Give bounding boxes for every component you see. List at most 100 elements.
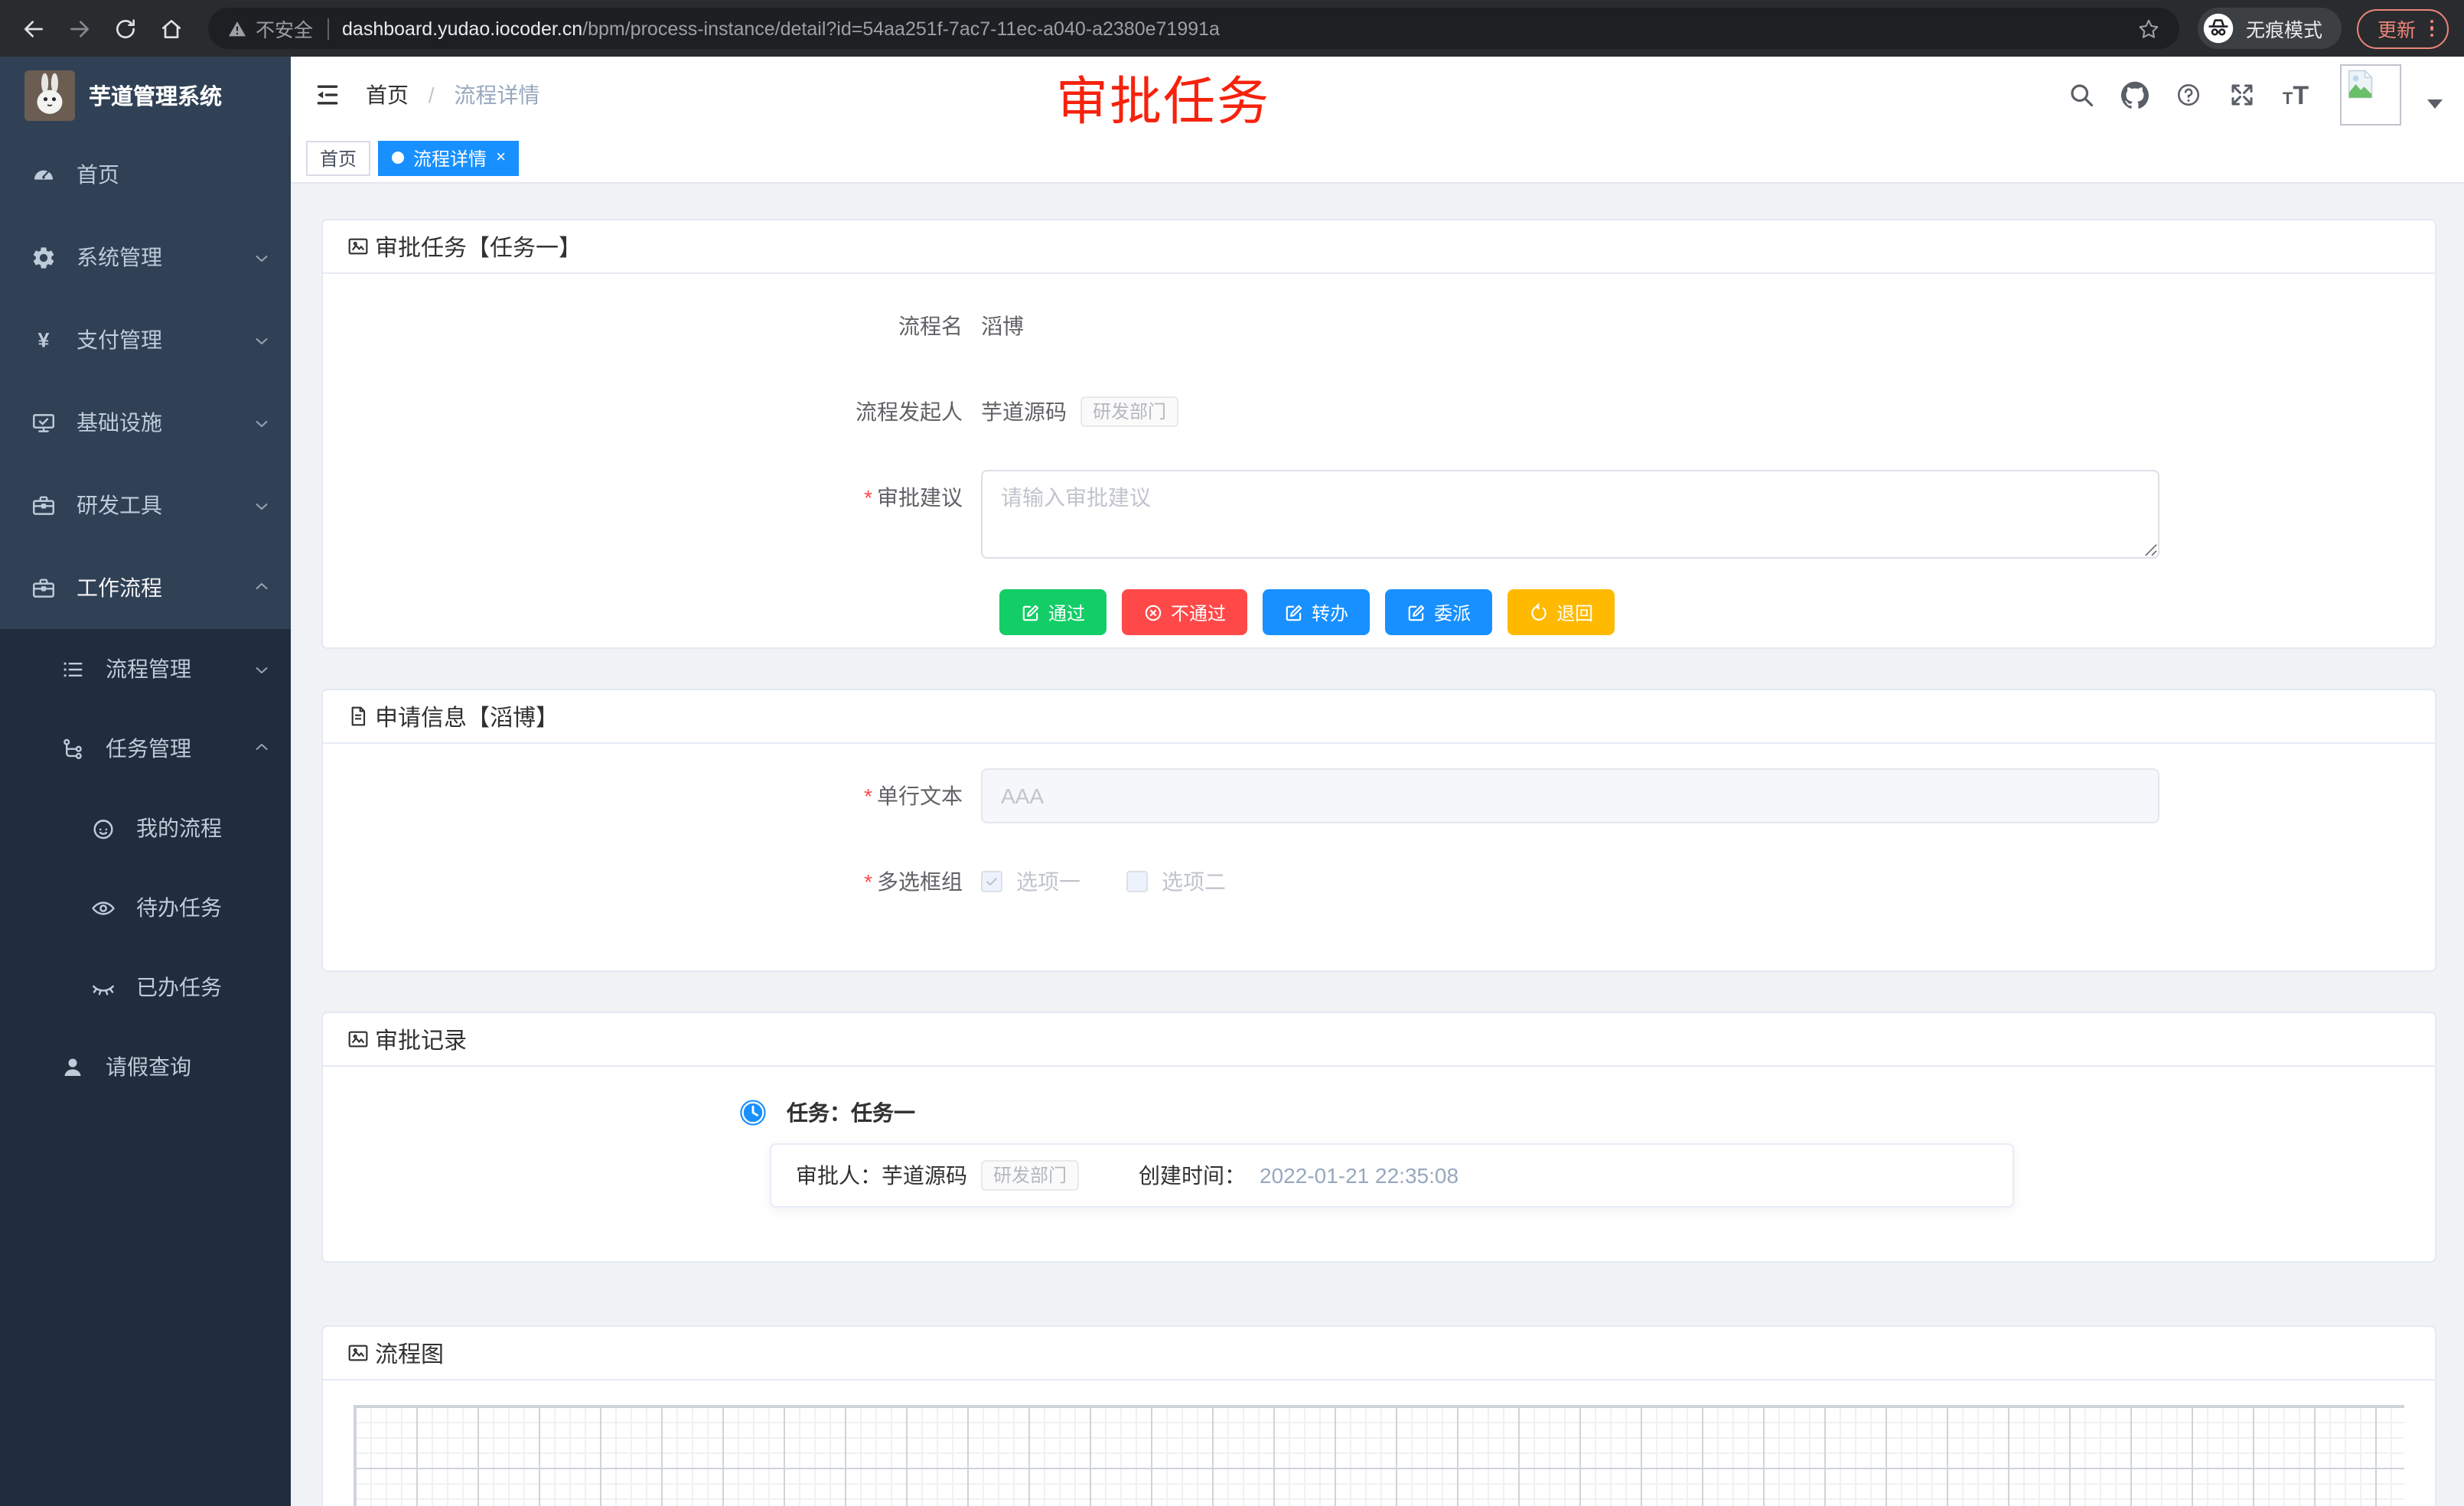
incognito-badge: 无痕模式 — [2198, 8, 2342, 49]
forward-icon[interactable] — [61, 10, 98, 47]
back-icon[interactable] — [15, 10, 52, 47]
sidebar-item-待办任务[interactable]: 待办任务 — [0, 868, 291, 947]
转办-button[interactable]: 转办 — [1263, 589, 1370, 635]
chevron-down-icon — [253, 248, 271, 266]
browser-menu-icon[interactable] — [2430, 20, 2433, 37]
process-diagram-card: 流程图 — [321, 1325, 2436, 1506]
sidebar-item-系统管理[interactable]: 系统管理 — [0, 216, 291, 298]
refresh-left-icon — [1529, 602, 1549, 622]
button-label: 通过 — [1048, 599, 1085, 625]
sidebar: 芋道管理系统 首页系统管理¥支付管理基础设施研发工具工作流程 流程管理任务管理我… — [0, 57, 291, 1506]
edit-icon — [1406, 602, 1426, 622]
approval-task-card: 审批任务【任务一】 流程名 滔博 流程发起人 芋道源码 研发部门 — [321, 219, 2436, 649]
sidebar-item-label: 工作流程 — [77, 572, 162, 603]
sidebar-item-任务管理[interactable]: 任务管理 — [0, 709, 291, 788]
picture-icon — [346, 1027, 370, 1051]
timeline-node: 任务：任务一 — [738, 1097, 2435, 1128]
chevron-down-icon — [253, 413, 271, 432]
sidebar-item-首页[interactable]: 首页 — [0, 133, 291, 216]
initiator-row: 流程发起人 芋道源码 研发部门 — [323, 384, 2435, 439]
apply-card-header: 申请信息【滔博】 — [323, 690, 2435, 744]
url-separator — [327, 18, 328, 39]
sidebar-item-请假查询[interactable]: 请假查询 — [0, 1027, 291, 1107]
url-bar[interactable]: 不安全 dashboard.yudao.iocoder.cn/bpm/proce… — [208, 8, 2180, 49]
app-logo — [24, 70, 75, 120]
sidebar-item-研发工具[interactable]: 研发工具 — [0, 464, 291, 546]
tab-首页[interactable]: 首页 — [306, 140, 370, 175]
sidebar-item-label: 任务管理 — [106, 733, 191, 764]
user-icon — [60, 1054, 86, 1080]
breadcrumb-home[interactable]: 首页 — [366, 83, 409, 107]
monitor-icon — [31, 409, 57, 435]
initiator-dept-tag: 研发部门 — [1080, 396, 1178, 427]
approver-card: 审批人：芋道源码 研发部门 创建时间： 2022-01-21 22:35:08 — [770, 1143, 2014, 1208]
checkbox-选项二: 选项二 — [1126, 866, 1226, 897]
gear-icon — [31, 244, 57, 270]
close-icon[interactable]: × — [496, 149, 506, 166]
approver-label: 审批人： — [796, 1163, 882, 1188]
sidebar-item-label: 流程管理 — [106, 654, 191, 684]
sidebar-item-工作流程[interactable]: 工作流程 — [0, 546, 291, 629]
app-title: 芋道管理系统 — [89, 79, 222, 111]
fullscreen-icon[interactable] — [2228, 81, 2256, 109]
tags-bar: 首页流程详情× — [291, 133, 2464, 184]
content: 审批任务【任务一】 流程名 滔博 流程发起人 芋道源码 研发部门 — [291, 184, 2464, 1506]
apply-card-title: 申请信息【滔博】 — [375, 700, 559, 732]
sidebar-item-已办任务[interactable]: 已办任务 — [0, 947, 291, 1027]
single-text-label: 单行文本 — [877, 784, 963, 808]
create-time-label: 创建时间： — [1139, 1160, 1246, 1191]
opinion-textarea[interactable] — [981, 470, 2159, 559]
initiator-label: 流程发起人 — [323, 384, 981, 439]
button-label: 委派 — [1434, 599, 1471, 625]
avatar[interactable] — [2340, 64, 2401, 126]
process-name-label: 流程名 — [323, 298, 981, 354]
dashboard-icon — [31, 161, 57, 187]
incognito-icon — [2203, 12, 2235, 44]
tree-icon — [60, 735, 86, 761]
approval-record-card: 审批记录 任务：任务一 审批人：芋道源码 研发部门 创建时间： 2022-01-… — [321, 1012, 2436, 1263]
approval-card-header: 审批任务【任务一】 — [323, 220, 2435, 274]
circle-close-icon — [1143, 602, 1163, 622]
button-label: 不通过 — [1171, 599, 1226, 625]
sidebar-item-label: 我的流程 — [136, 813, 222, 843]
incognito-label: 无痕模式 — [2246, 14, 2322, 43]
tab-流程详情[interactable]: 流程详情× — [378, 140, 520, 175]
update-button[interactable]: 更新 — [2358, 8, 2449, 48]
home-icon[interactable] — [153, 10, 190, 47]
not-secure-warning-icon — [227, 18, 248, 39]
annotation-approval-task: 审批任务 — [1056, 60, 1270, 135]
eye-close-icon — [90, 974, 116, 1000]
search-icon[interactable] — [2068, 81, 2095, 109]
tab-label: 首页 — [320, 145, 357, 171]
sidebar-item-label: 待办任务 — [136, 892, 222, 923]
sidebar-item-我的流程[interactable]: 我的流程 — [0, 788, 291, 868]
navbar: 首页 / 流程详情 审批任务 TT — [291, 57, 2464, 133]
caret-down-icon[interactable] — [2427, 99, 2443, 109]
不通过-button[interactable]: 不通过 — [1122, 589, 1247, 635]
eye-icon — [90, 895, 116, 921]
checkbox-box — [1126, 871, 1148, 892]
question-icon[interactable] — [2175, 81, 2202, 109]
checkbox-group-label: 多选框组 — [877, 869, 963, 894]
opinion-row: *审批建议 — [323, 470, 2435, 559]
委派-button[interactable]: 委派 — [1385, 589, 1492, 635]
github-icon[interactable] — [2121, 81, 2149, 109]
sidebar-item-基础设施[interactable]: 基础设施 — [0, 381, 291, 464]
reload-icon[interactable] — [107, 10, 144, 47]
required-asterisk: * — [864, 485, 872, 510]
sidebar-fold-icon[interactable] — [312, 80, 343, 110]
sidebar-item-流程管理[interactable]: 流程管理 — [0, 629, 291, 709]
font-size-icon[interactable]: TT — [2282, 81, 2309, 109]
approval-card-title: 审批任务【任务一】 — [375, 230, 582, 262]
通过-button[interactable]: 通过 — [999, 589, 1107, 635]
bpmn-canvas[interactable] — [354, 1405, 2404, 1506]
退回-button[interactable]: 退回 — [1507, 589, 1615, 635]
button-label: 转办 — [1312, 599, 1348, 625]
sidebar-item-label: 已办任务 — [136, 972, 222, 1002]
record-card-header: 审批记录 — [323, 1013, 2435, 1067]
logo-row[interactable]: 芋道管理系统 — [0, 57, 291, 133]
button-label: 退回 — [1556, 599, 1593, 625]
sidebar-item-支付管理[interactable]: ¥支付管理 — [0, 298, 291, 381]
sidebar-item-label: 研发工具 — [77, 490, 162, 520]
bookmark-star-icon[interactable] — [2137, 16, 2162, 41]
